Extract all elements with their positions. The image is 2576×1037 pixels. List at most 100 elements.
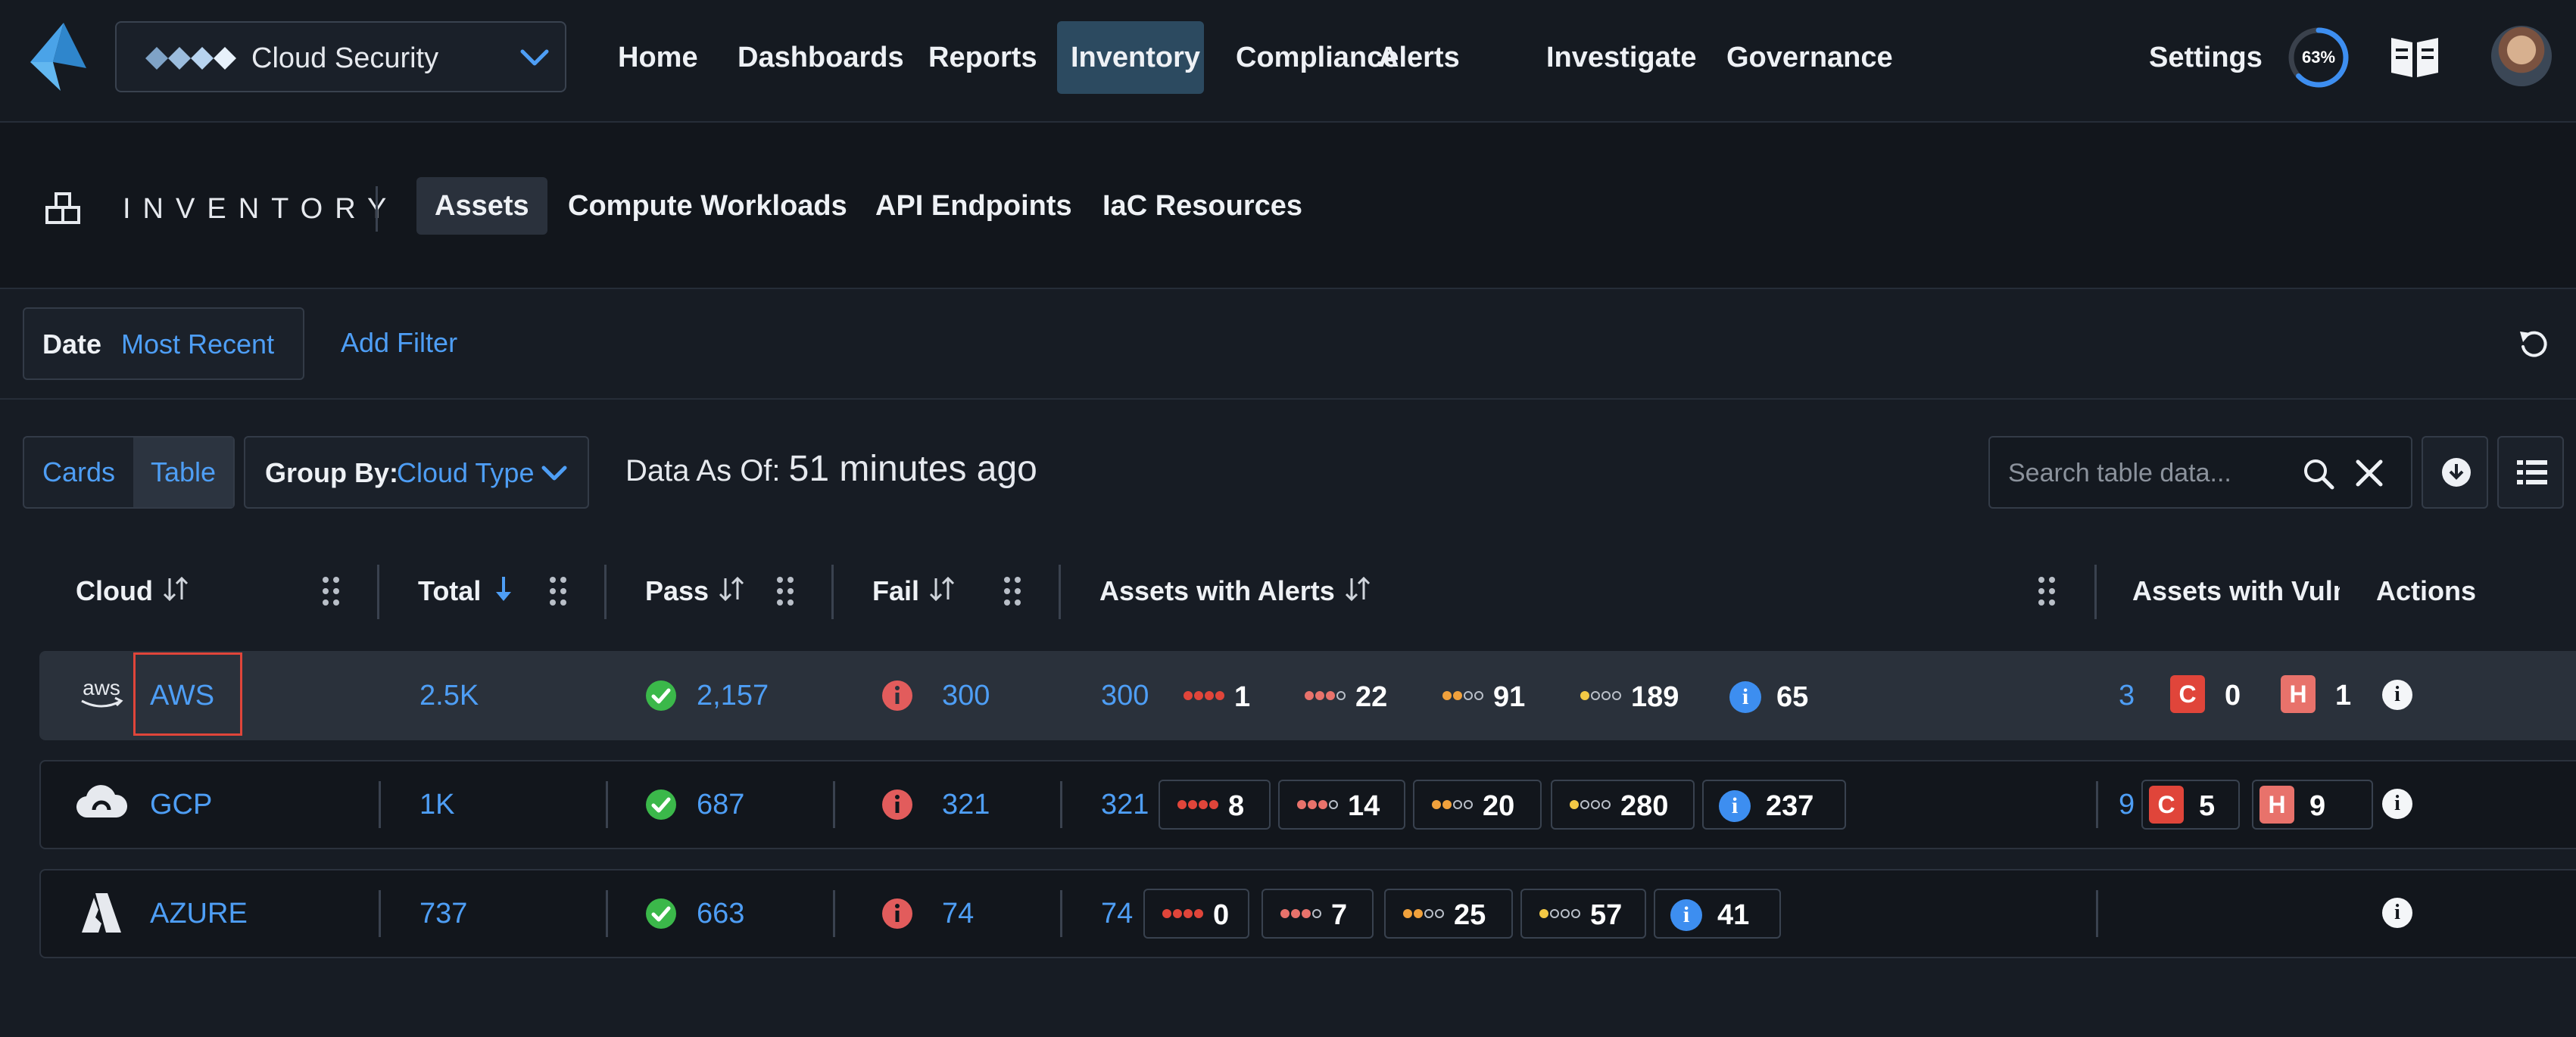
product-selector-label: Cloud Security xyxy=(251,42,439,74)
nav-alerts[interactable]: Alerts xyxy=(1364,21,1474,94)
column-header-assets-with-alerts[interactable]: Assets with Alerts xyxy=(1099,542,1373,640)
drag-handle-icon[interactable] xyxy=(775,575,795,607)
sort-icon xyxy=(929,577,955,602)
severity-critical-dots-icon xyxy=(1177,800,1218,809)
table-row-aws[interactable]: aws AWS 2.5K 2,157 300 300 1 22 91 189 i… xyxy=(39,651,2576,740)
pass-link[interactable]: 2,157 xyxy=(697,652,769,739)
info-icon: i xyxy=(1719,790,1751,822)
alerts-link[interactable]: 300 xyxy=(1101,652,1149,739)
table-header: Cloud Total Pass Fail Assets with Alerts… xyxy=(0,542,2576,640)
columns-button[interactable] xyxy=(2497,436,2564,509)
alert-info-chip[interactable]: i 237 xyxy=(1702,780,1846,830)
vuln-critical-chip[interactable]: C 5 xyxy=(2141,780,2240,830)
nav-home[interactable]: Home xyxy=(604,21,712,94)
vulns-link[interactable]: 3 xyxy=(2119,652,2135,739)
alert-critical-chip[interactable]: 0 xyxy=(1143,889,1249,939)
cards-view-button[interactable]: Cards xyxy=(24,438,133,507)
total-link[interactable]: 1K xyxy=(419,761,454,848)
nav-dashboards[interactable]: Dashboards xyxy=(724,21,918,94)
vuln-high-chip[interactable]: H 9 xyxy=(2252,780,2373,830)
drag-handle-icon[interactable] xyxy=(2037,575,2057,607)
column-label: Fail xyxy=(872,575,920,606)
alert-medium-chip[interactable]: 20 xyxy=(1413,780,1542,830)
alert-high-chip[interactable]: 14 xyxy=(1278,780,1405,830)
vulns-link[interactable]: 9 xyxy=(2119,761,2135,848)
row-info-icon[interactable]: i xyxy=(2382,680,2412,710)
alert-low-chip[interactable]: 57 xyxy=(1520,889,1646,939)
vuln-high-count: 9 xyxy=(2309,790,2326,822)
total-link[interactable]: 737 xyxy=(419,870,467,957)
total-link[interactable]: 2.5K xyxy=(419,652,479,739)
alert-low-chip[interactable]: 280 xyxy=(1551,780,1695,830)
fail-link[interactable]: 300 xyxy=(942,652,990,739)
table-row-azure[interactable]: AZURE 737 663 74 74 0 7 25 57 i 41 i xyxy=(39,869,2576,958)
pass-link[interactable]: 687 xyxy=(697,761,744,848)
pass-link[interactable]: 663 xyxy=(697,870,744,957)
book-icon[interactable] xyxy=(2388,30,2441,83)
fail-link[interactable]: 321 xyxy=(942,761,990,848)
product-diamonds-icon xyxy=(145,47,236,70)
product-selector[interactable]: Cloud Security xyxy=(115,21,566,92)
alert-info-chip[interactable]: i 65 xyxy=(1713,671,1854,721)
nav-inventory[interactable]: Inventory xyxy=(1057,21,1204,94)
table-row-gcp[interactable]: GCP 1K 687 321 321 8 14 20 280 i 237 9 C… xyxy=(39,760,2576,849)
cloud-name-link[interactable]: AZURE xyxy=(150,870,248,957)
date-filter-key: Date xyxy=(42,329,102,360)
vuln-critical-count: 5 xyxy=(2199,790,2216,822)
column-header-fail[interactable]: Fail xyxy=(872,542,957,640)
setup-progress-ring[interactable]: 63% xyxy=(2287,26,2350,89)
tab-api-endpoints[interactable]: API Endpoints xyxy=(857,177,1090,235)
tab-assets[interactable]: Assets xyxy=(416,177,547,235)
section-title: INVENTORY xyxy=(123,193,399,225)
alerts-link[interactable]: 321 xyxy=(1101,761,1149,848)
alert-info-chip[interactable]: i 41 xyxy=(1654,889,1781,939)
column-divider xyxy=(377,565,379,619)
search-input[interactable] xyxy=(2007,453,2297,494)
alert-critical-chip[interactable]: 8 xyxy=(1159,780,1271,830)
table-view-button[interactable]: Table xyxy=(133,438,233,507)
column-divider xyxy=(606,781,608,828)
row-info-icon[interactable]: i xyxy=(2382,789,2412,819)
user-avatar[interactable] xyxy=(2491,26,2552,86)
pass-check-icon xyxy=(646,789,676,820)
sort-descending-icon xyxy=(496,577,512,602)
vuln-high-count: 1 xyxy=(2335,680,2352,712)
nav-governance[interactable]: Governance xyxy=(1713,21,1907,94)
alert-high-chip[interactable]: 7 xyxy=(1261,889,1374,939)
alert-medium-count: 20 xyxy=(1483,790,1515,822)
cloud-name-link[interactable]: GCP xyxy=(150,761,212,848)
severity-medium-dots-icon xyxy=(1442,691,1483,700)
download-button[interactable] xyxy=(2422,436,2488,509)
column-header-pass[interactable]: Pass xyxy=(645,542,747,640)
drag-handle-icon[interactable] xyxy=(548,575,568,607)
alert-medium-chip[interactable]: 25 xyxy=(1384,889,1513,939)
date-filter[interactable]: Date Most Recent xyxy=(23,307,304,380)
nav-investigate[interactable]: Investigate xyxy=(1533,21,1711,94)
column-header-assets-with-vulns[interactable]: Assets with Vulns xyxy=(2132,542,2340,640)
alerts-link[interactable]: 74 xyxy=(1101,870,1133,957)
reset-icon[interactable] xyxy=(2517,327,2552,362)
drag-handle-icon[interactable] xyxy=(1003,575,1022,607)
clear-search-icon[interactable] xyxy=(2353,457,2385,489)
tab-iac-resources[interactable]: IaC Resources xyxy=(1084,177,1321,235)
column-header-total[interactable]: Total xyxy=(418,542,519,640)
progress-label: 63% xyxy=(2301,48,2336,67)
row-info-icon[interactable]: i xyxy=(2382,898,2412,928)
alert-high-chip[interactable]: 22 xyxy=(1286,671,1408,721)
critical-severity-badge: C xyxy=(2170,675,2205,713)
fail-info-icon xyxy=(882,680,912,711)
alert-critical-chip[interactable]: 1 xyxy=(1165,671,1271,721)
column-header-cloud[interactable]: Cloud xyxy=(76,542,191,640)
nav-reports[interactable]: Reports xyxy=(915,21,1051,94)
group-by-select[interactable]: Group By: Cloud Type xyxy=(244,436,589,509)
alert-medium-chip[interactable]: 91 xyxy=(1424,671,1548,721)
add-filter-button[interactable]: Add Filter xyxy=(341,325,457,360)
brand-logo-icon[interactable] xyxy=(30,23,86,91)
drag-handle-icon[interactable] xyxy=(321,575,341,607)
tab-compute-workloads[interactable]: Compute Workloads xyxy=(550,177,865,235)
alert-low-chip[interactable]: 189 xyxy=(1561,671,1702,721)
pass-check-icon xyxy=(646,898,676,929)
search-icon[interactable] xyxy=(2302,457,2335,490)
fail-link[interactable]: 74 xyxy=(942,870,974,957)
settings-link[interactable]: Settings xyxy=(2149,21,2263,94)
